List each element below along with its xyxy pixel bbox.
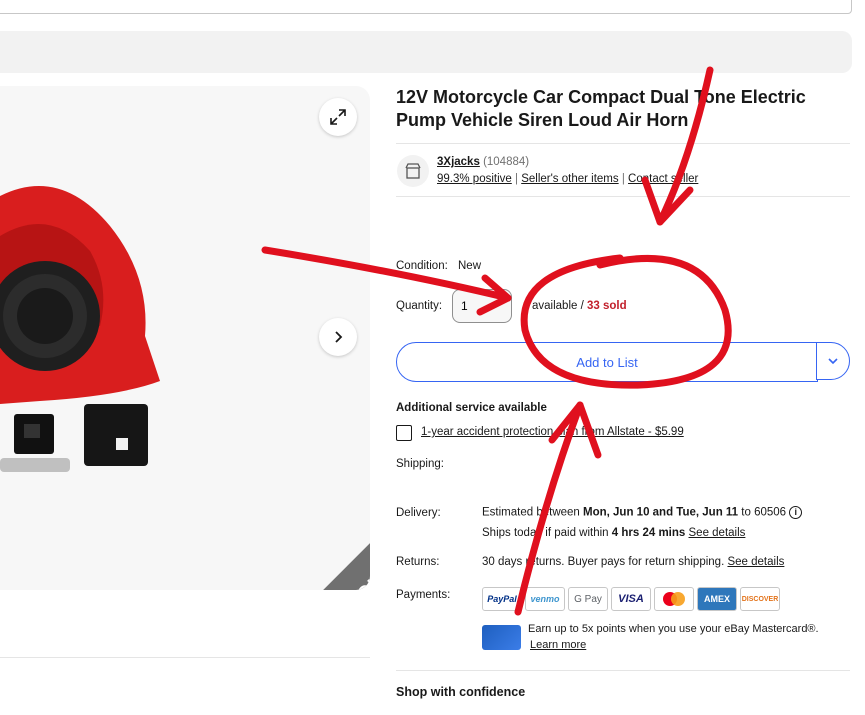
returns-see-details-link[interactable]: See details bbox=[727, 556, 784, 568]
quantity-label: Quantity: bbox=[396, 300, 443, 312]
expand-image-button[interactable] bbox=[319, 98, 357, 136]
chevron-right-icon bbox=[335, 331, 343, 343]
seller-positive-link[interactable]: 99.3% positive bbox=[437, 173, 512, 185]
mastercard-promo: Earn up to 5x points when you use your e… bbox=[528, 623, 819, 635]
seller-avatar[interactable] bbox=[397, 155, 429, 187]
venmo-icon: venmo bbox=[525, 587, 565, 611]
sold-count: 33 sold bbox=[586, 300, 627, 312]
shop-with-confidence-heading: Shop with confidence bbox=[396, 685, 526, 699]
returns-label: Returns: bbox=[396, 556, 440, 568]
seller-feedback-count: (104884) bbox=[483, 156, 530, 168]
amex-icon: AMEX bbox=[697, 587, 737, 611]
arrow-top-head bbox=[641, 176, 694, 226]
quantity-input[interactable] bbox=[452, 289, 512, 323]
delivery-estimate: Estimated between Mon, Jun 10 and Tue, J… bbox=[482, 506, 803, 519]
seller-other-items-link[interactable]: Seller's other items bbox=[521, 173, 618, 185]
condition-label: Condition: bbox=[396, 260, 448, 272]
delivery-label: Delivery: bbox=[396, 507, 441, 519]
product-image-gallery[interactable]: SOLD bbox=[0, 86, 370, 590]
delivery-see-details-link[interactable]: See details bbox=[689, 527, 746, 539]
expand-icon bbox=[330, 109, 346, 125]
seller-links: 99.3% positive | Seller's other items | … bbox=[437, 173, 698, 185]
search-bar-remnant bbox=[0, 0, 852, 14]
delivery-zip: to 60506 bbox=[738, 506, 787, 519]
store-icon bbox=[405, 163, 421, 179]
mastercard-icon bbox=[654, 587, 694, 611]
divider bbox=[396, 670, 850, 671]
ships-today-line: Ships today if paid within 4 hrs 24 mins… bbox=[482, 527, 745, 539]
divider bbox=[396, 196, 850, 197]
shipping-label: Shipping: bbox=[396, 458, 444, 470]
paypal-icon: PayPal bbox=[482, 587, 522, 611]
separator: | bbox=[515, 173, 518, 185]
google-pay-icon: G Pay bbox=[568, 587, 608, 611]
discover-icon: DISCOVER bbox=[740, 587, 780, 611]
availability-text: available / 33 sold bbox=[532, 300, 627, 312]
add-to-list-button[interactable]: Add to List bbox=[396, 342, 818, 382]
seller-name-link[interactable]: 3Xjacks bbox=[437, 156, 480, 168]
ships-time: 4 hrs 24 mins bbox=[611, 527, 686, 539]
next-image-button[interactable] bbox=[319, 318, 357, 356]
product-image bbox=[0, 186, 160, 472]
separator: | bbox=[621, 173, 625, 185]
delivery-prefix: Estimated between bbox=[482, 506, 584, 519]
learn-more-link[interactable]: Learn more bbox=[530, 639, 586, 651]
payments-label: Payments: bbox=[396, 589, 451, 601]
visa-icon: VISA bbox=[611, 587, 651, 611]
contact-seller-link[interactable]: Contact seller bbox=[628, 173, 698, 185]
protection-plan-checkbox[interactable] bbox=[396, 425, 412, 441]
ships-prefix: Ships today if paid within bbox=[482, 527, 612, 539]
condition-value: New bbox=[458, 260, 482, 272]
delivery-range: Mon, Jun 10 and Tue, Jun 11 bbox=[583, 506, 739, 519]
returns-text-line: 30 days returns. Buyer pays for return s… bbox=[482, 556, 784, 568]
protection-plan-link[interactable]: 1-year accident protection plan from All… bbox=[421, 426, 684, 438]
available-text: available / bbox=[532, 300, 587, 312]
info-icon[interactable]: i bbox=[789, 506, 803, 519]
chevron-down-icon bbox=[828, 358, 838, 365]
seller-name-line: 3Xjacks (104884) bbox=[437, 156, 529, 168]
add-to-list-dropdown-button[interactable] bbox=[816, 342, 850, 380]
ebay-mastercard-icon bbox=[482, 625, 521, 650]
product-title: 12V Motorcycle Car Compact Dual Tone Ele… bbox=[396, 87, 806, 130]
divider bbox=[396, 143, 850, 144]
promo-banner bbox=[0, 31, 852, 73]
additional-service-heading: Additional service available bbox=[396, 402, 547, 414]
add-to-list-label: Add to List bbox=[576, 354, 638, 370]
divider bbox=[0, 657, 370, 658]
payment-methods: PayPal venmo G Pay VISA AMEX DISCOVER bbox=[482, 587, 780, 611]
returns-text: 30 days returns. Buyer pays for return s… bbox=[482, 556, 725, 568]
